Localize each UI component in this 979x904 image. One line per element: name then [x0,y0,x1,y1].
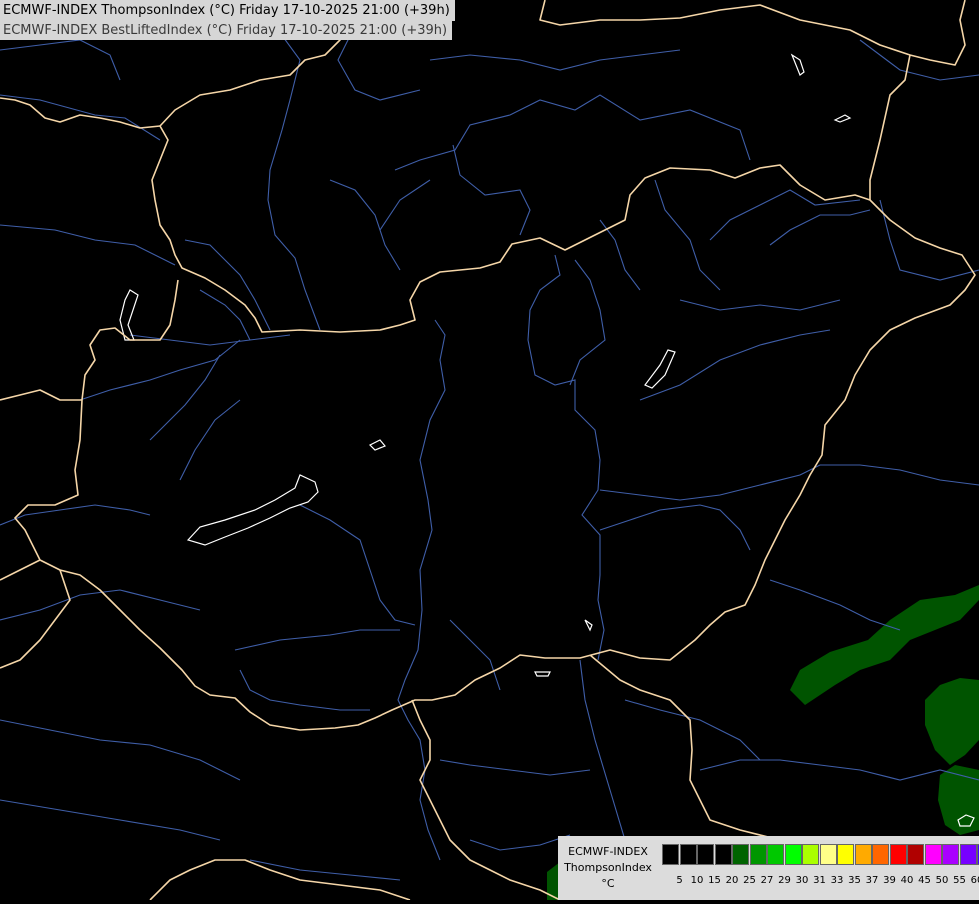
legend-swatch [819,844,837,865]
country-borders [0,0,979,901]
legend-swatch [907,844,924,865]
map-title-primary: ECMWF-INDEX ThompsonIndex (°C) Friday 17… [0,0,455,21]
legend-unit: °C [601,877,615,890]
legend-swatch [714,844,732,865]
legend-swatch [697,844,714,865]
color-legend: ECMWF-INDEX ThompsonIndex °C 5 10 15 20 25 27… [558,836,979,900]
legend-swatch [889,844,907,865]
legend-swatch [662,844,679,865]
legend-swatch [872,844,889,865]
legend-swatch [837,844,854,865]
legend-swatch [784,844,802,865]
legend-swatch [959,844,977,865]
rivers [0,0,979,881]
map-title-secondary: ECMWF-INDEX BestLiftedIndex (°C) Friday … [0,21,453,40]
legend-title-index: ThompsonIndex [564,861,652,874]
legend-swatch [924,844,942,865]
map-canvas [0,0,979,901]
legend-swatch [732,844,749,865]
legend-title-model: ECMWF-INDEX [568,845,648,858]
legend-swatch [749,844,767,865]
legend-swatch [854,844,872,865]
legend-swatch [767,844,784,865]
map-area[interactable]: ECMWF-INDEX ThompsonIndex (°C) Friday 17… [0,0,979,901]
legend-swatch [802,844,819,865]
legend-swatch [679,844,697,865]
legend-tick-label: 60 [970,875,979,886]
lake-balaton [186,474,319,546]
legend-swatch [942,844,959,865]
